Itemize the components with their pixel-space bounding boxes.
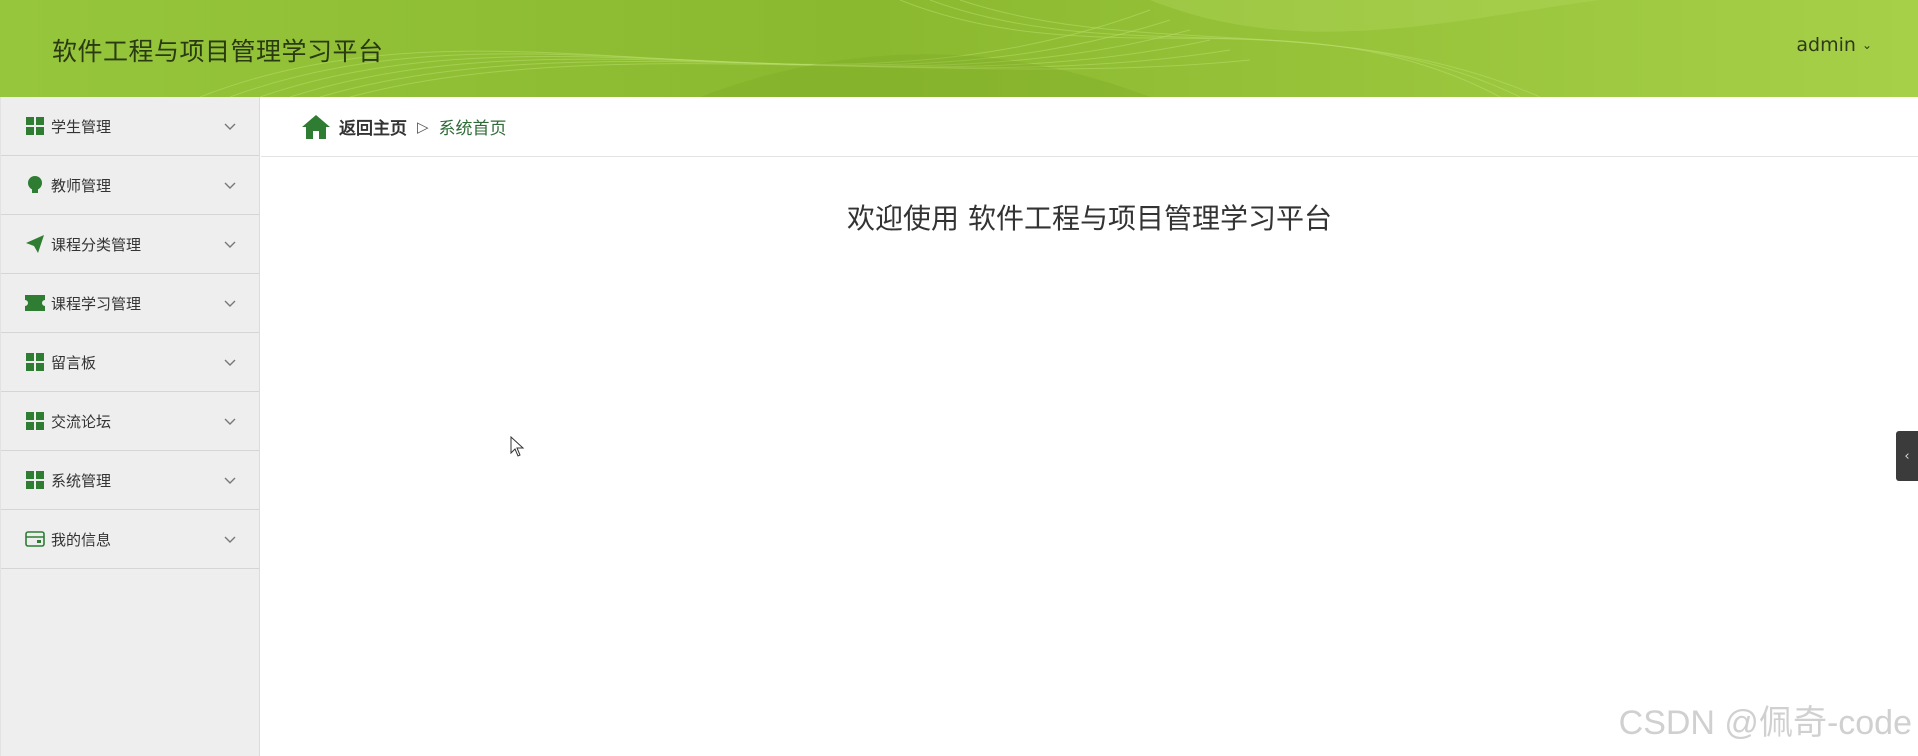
header-bar: 软件工程与项目管理学习平台 admin ⌄ (0, 0, 1918, 97)
ticket-icon (25, 293, 45, 313)
breadcrumb-separator: ▷ (417, 117, 429, 136)
paper-plane-icon (25, 234, 45, 254)
sidebar-item-label: 课程学习管理 (51, 294, 142, 313)
chevron-down-icon[interactable] (223, 119, 237, 133)
sidebar-item-system-management[interactable]: 系统管理 (1, 451, 259, 510)
sidebar-item-course-study-management[interactable]: 课程学习管理 (1, 274, 259, 333)
user-name[interactable]: admin (1796, 34, 1856, 56)
sidebar-item-student-management[interactable]: 学生管理 (1, 97, 259, 156)
collapse-panel-toggle[interactable]: ‹ (1896, 431, 1918, 481)
sidebar-item-label: 交流论坛 (51, 412, 112, 431)
chevron-down-icon[interactable] (223, 355, 237, 369)
grid-icon (25, 116, 45, 136)
card-icon (25, 529, 45, 549)
mouse-cursor-icon (510, 436, 525, 457)
sidebar-item-forum[interactable]: 交流论坛 (1, 392, 259, 451)
home-icon[interactable] (301, 114, 331, 140)
back-home-link[interactable]: 返回主页 (339, 114, 407, 139)
grid-icon (25, 352, 45, 372)
sidebar-item-label: 教师管理 (51, 176, 112, 195)
sidebar-item-course-category-management[interactable]: 课程分类管理 (1, 215, 259, 274)
chevron-down-icon[interactable] (223, 532, 237, 546)
breadcrumb-current[interactable]: 系统首页 (439, 114, 507, 139)
user-menu[interactable]: admin ⌄ (1796, 34, 1872, 56)
chevron-down-icon[interactable] (223, 237, 237, 251)
sidebar-item-label: 留言板 (51, 353, 97, 372)
sidebar-item-label: 课程分类管理 (51, 235, 142, 254)
grid-icon (25, 470, 45, 490)
chevron-down-icon[interactable] (223, 296, 237, 310)
sidebar-item-label: 系统管理 (51, 471, 112, 490)
chevron-down-icon[interactable] (223, 473, 237, 487)
sidebar-item-my-info[interactable]: 我的信息 (1, 510, 259, 569)
grid-icon (25, 411, 45, 431)
chevron-down-icon[interactable]: ⌄ (1862, 38, 1872, 52)
watermark: CSDN @佩奇-code (1618, 704, 1912, 742)
welcome-heading: 欢迎使用 软件工程与项目管理学习平台 (847, 202, 1332, 235)
sidebar-item-label: 我的信息 (51, 530, 112, 549)
lightbulb-icon (25, 175, 45, 195)
sidebar-item-teacher-management[interactable]: 教师管理 (1, 156, 259, 215)
app-title: 软件工程与项目管理学习平台 (52, 37, 384, 66)
breadcrumb: 返回主页 ▷ 系统首页 (261, 97, 1918, 157)
sidebar-item-label: 学生管理 (51, 117, 112, 136)
sidebar: 学生管理 教师管理 课程分类管理 课程学习管理 留言板 交流论坛 系统管理 我的… (0, 97, 260, 756)
sidebar-item-message-board[interactable]: 留言板 (1, 333, 259, 392)
chevron-down-icon[interactable] (223, 414, 237, 428)
chevron-down-icon[interactable] (223, 178, 237, 192)
